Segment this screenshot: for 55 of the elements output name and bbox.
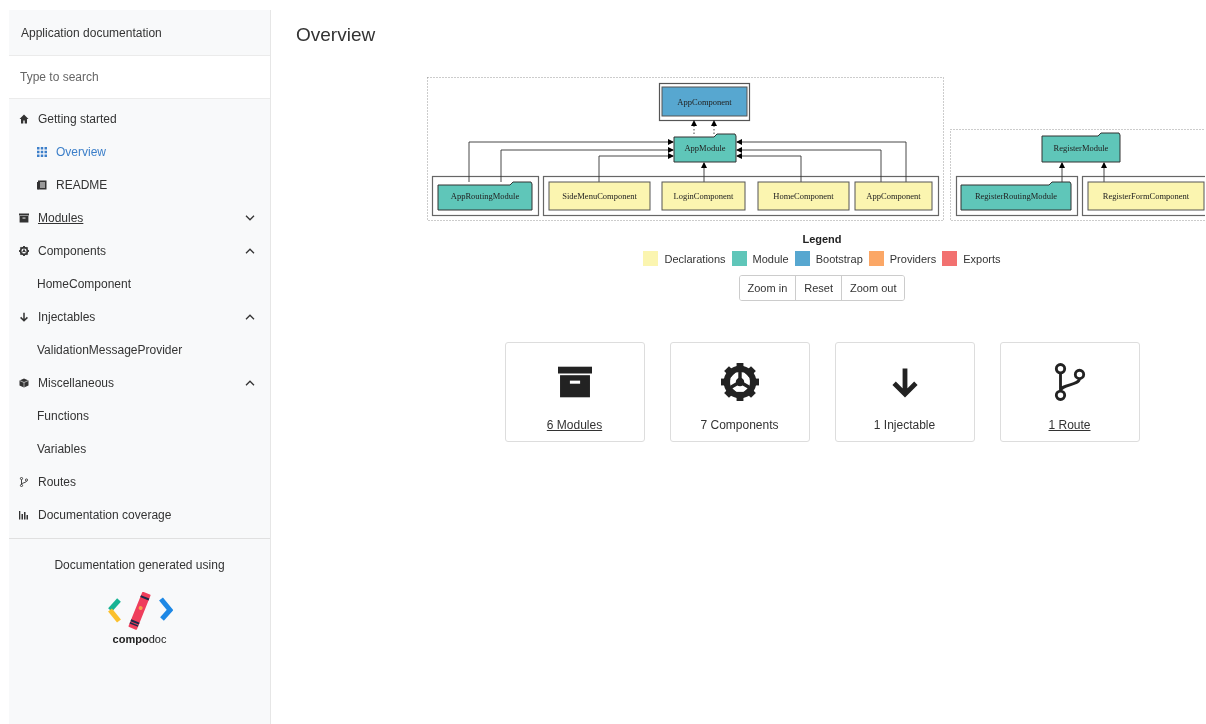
grid-icon xyxy=(37,146,47,157)
page-title: Overview xyxy=(295,23,377,47)
nav-link[interactable]: Routes xyxy=(38,474,77,489)
nav-link[interactable]: Components xyxy=(38,243,107,258)
legend-label: Providers xyxy=(889,252,937,265)
nav-link[interactable]: Getting started xyxy=(38,111,117,126)
legend-label: Exports xyxy=(963,252,1001,265)
nav-link[interactable]: Miscellaneous xyxy=(38,375,115,390)
logo-text: compodoc xyxy=(112,633,167,645)
nav-item[interactable]: Overview xyxy=(56,144,106,159)
chevron-icon[interactable] xyxy=(245,379,255,386)
archive-icon xyxy=(19,212,29,223)
nav-item[interactable]: Variables xyxy=(37,441,87,456)
gear-icon xyxy=(720,363,759,401)
zoom-button[interactable]: Zoom out xyxy=(841,276,905,300)
nav-item[interactable]: README xyxy=(56,177,108,192)
nav-item[interactable]: ValidationMessageProvider xyxy=(37,342,183,357)
declaration-node[interactable]: RegisterFormComponent xyxy=(1087,181,1205,211)
archive-icon xyxy=(557,365,592,399)
nav-item[interactable]: HomeComponent xyxy=(37,276,132,291)
card-link[interactable]: 7 Components xyxy=(700,418,779,432)
chevron-icon[interactable] xyxy=(245,313,255,320)
module-node[interactable]: AppRoutingModule xyxy=(437,181,533,211)
legend-label: Module xyxy=(752,252,789,265)
declaration-node[interactable]: AppComponent xyxy=(854,181,933,211)
gear-icon xyxy=(19,245,29,256)
module-node[interactable]: AppModule xyxy=(673,133,737,163)
arrow-down-icon xyxy=(19,311,29,322)
app-title: Application documentation xyxy=(21,25,162,40)
search-field[interactable]: Type to search xyxy=(9,56,270,99)
chevron-icon[interactable] xyxy=(245,247,255,254)
bar-chart-icon xyxy=(19,509,29,520)
legend-label: Declarations xyxy=(664,252,726,265)
chevron-icon[interactable] xyxy=(245,214,255,221)
book-icon xyxy=(37,179,47,190)
legend-label: Bootstrap xyxy=(815,252,863,265)
home-icon xyxy=(19,113,29,124)
declaration-node[interactable]: HomeComponent xyxy=(757,181,850,211)
logo-icon xyxy=(106,592,173,630)
bootstrap-node[interactable]: AppComponent xyxy=(661,86,748,117)
module-node[interactable]: RegisterModule xyxy=(1041,132,1121,163)
card-link[interactable]: 1 Injectable xyxy=(873,418,936,432)
nav-link[interactable]: Injectables xyxy=(38,309,96,324)
card-link[interactable]: 1 Route xyxy=(1048,418,1091,432)
module-node[interactable]: RegisterRoutingModule xyxy=(960,181,1072,211)
legend-title: Legend xyxy=(802,233,842,245)
declaration-node[interactable]: LoginComponent xyxy=(661,181,746,211)
cube-icon xyxy=(19,377,29,388)
nav-link[interactable]: Documentation coverage xyxy=(38,507,172,522)
branch-icon xyxy=(19,476,29,487)
footer-text: Documentation generated using xyxy=(54,558,225,572)
card-link[interactable]: 6 Modules xyxy=(546,418,603,432)
nav-item[interactable]: Functions xyxy=(37,408,90,423)
nav-link[interactable]: Modules xyxy=(38,210,84,225)
declaration-node[interactable]: SideMenuComponent xyxy=(548,181,651,211)
